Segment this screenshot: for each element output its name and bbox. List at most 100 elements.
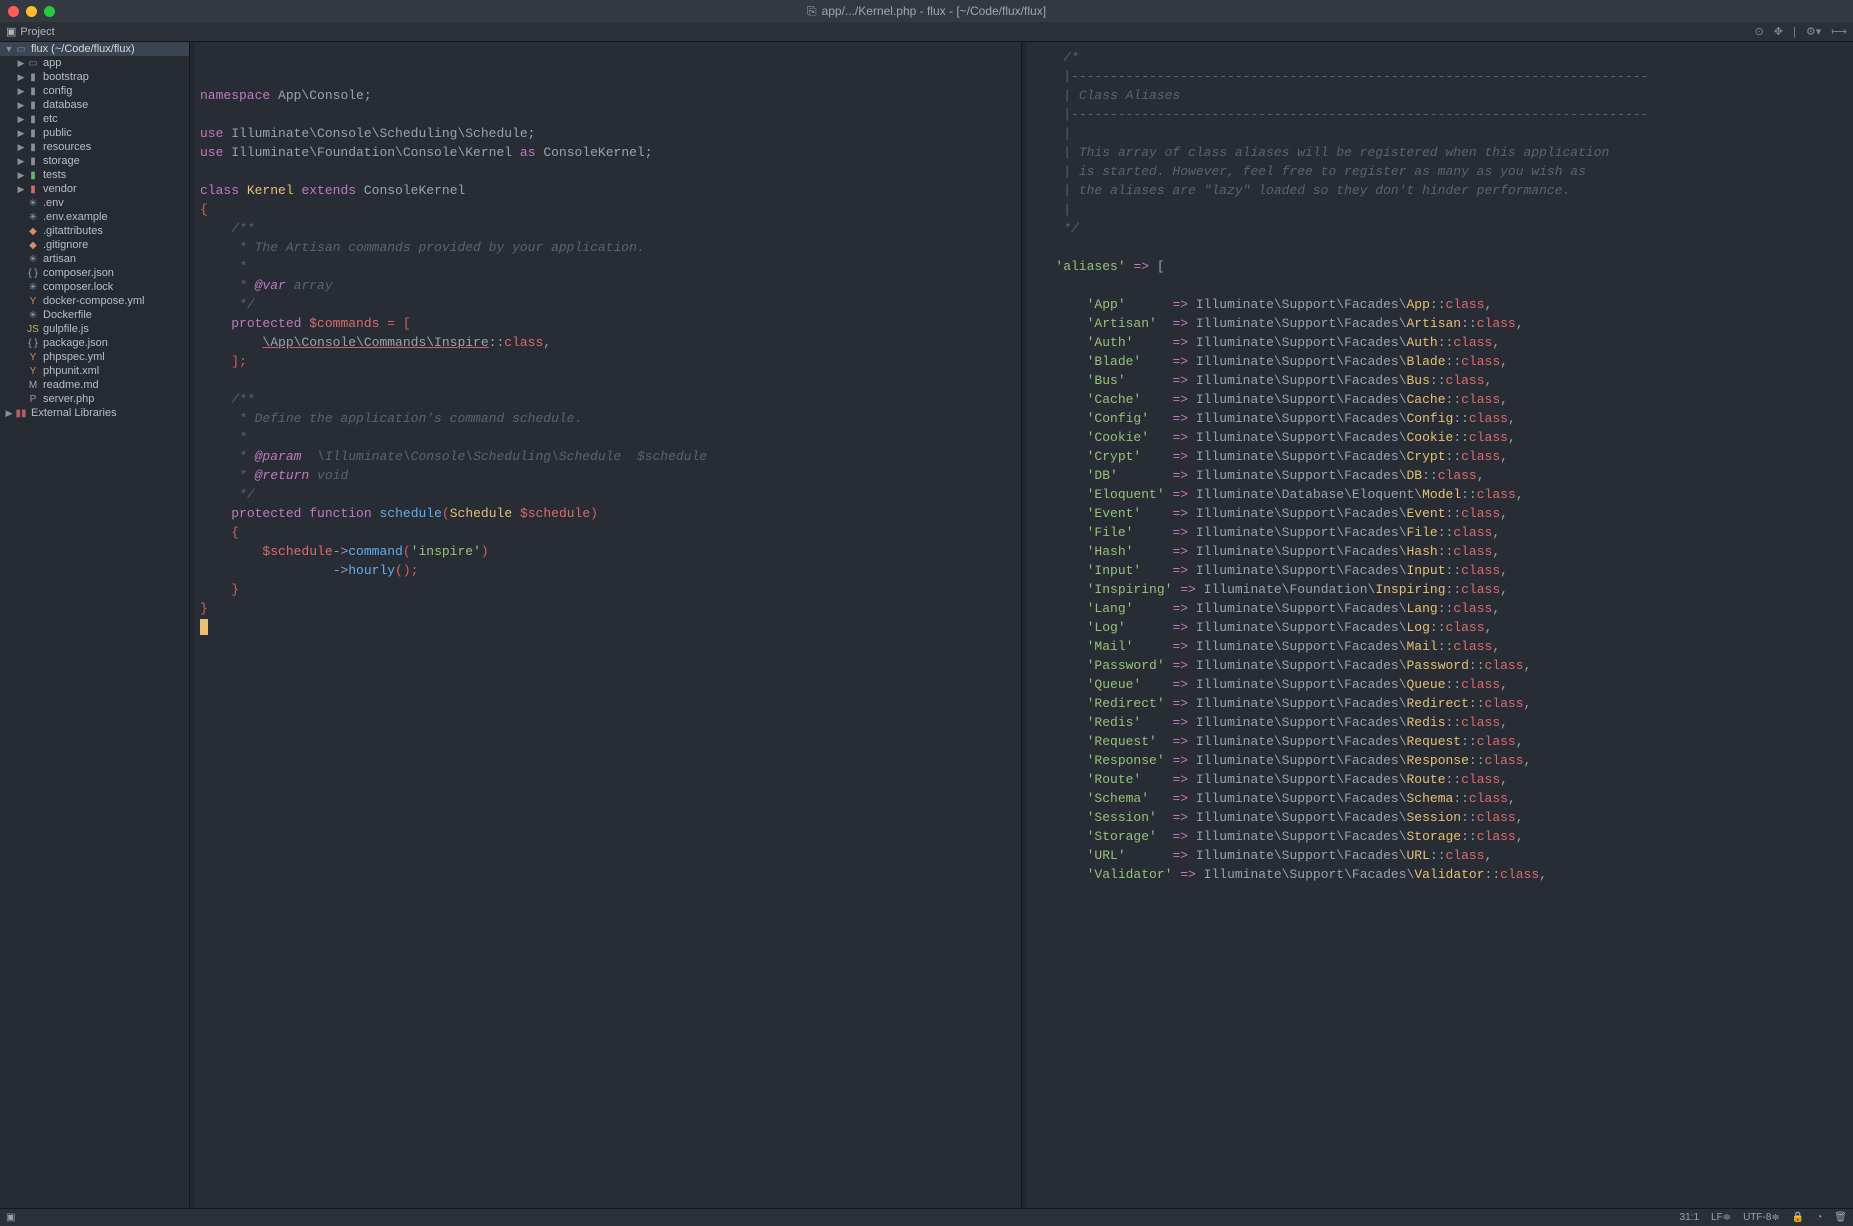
arrow-icon[interactable] xyxy=(4,44,14,54)
trash-icon[interactable]: 🗑 xyxy=(1834,1212,1847,1223)
tree-file-readme.md[interactable]: Mreadme.md xyxy=(0,378,189,392)
line-ending[interactable]: LF≑ xyxy=(1711,1212,1731,1223)
folder-icon: ▮ xyxy=(26,128,40,139)
editor-splitter: namespace App\Console; use Illuminate\Co… xyxy=(190,42,1853,1208)
editor-left[interactable]: namespace App\Console; use Illuminate\Co… xyxy=(190,42,1022,1208)
git-icon: ◆ xyxy=(26,240,40,251)
arrow-icon[interactable] xyxy=(16,72,26,83)
inspector-icon[interactable]: ◔ xyxy=(1816,1212,1822,1223)
arrow-icon[interactable] xyxy=(16,86,26,97)
lib-icon: ▮▮ xyxy=(14,408,28,419)
js-icon: JS xyxy=(26,324,40,335)
tree-label: .env.example xyxy=(43,211,108,223)
tree-file-phpspec.yml[interactable]: Yphpspec.yml xyxy=(0,350,189,364)
tree-label: .env xyxy=(43,197,64,209)
project-tree[interactable]: ▭flux (~/Code/flux/flux)▭app▮bootstrap▮c… xyxy=(0,42,190,1208)
window-maximize-button[interactable] xyxy=(44,6,55,17)
hide-icon[interactable]: ⟼ xyxy=(1831,25,1847,38)
json-icon: { } xyxy=(26,268,40,279)
tree-label: package.json xyxy=(43,337,108,349)
collapse-icon[interactable]: ⊙ xyxy=(1755,25,1764,38)
tree-file-.env.example[interactable]: ✳.env.example xyxy=(0,210,189,224)
folder-icon: ▮ xyxy=(26,156,40,167)
tree-file-gulpfile.js[interactable]: JSgulpfile.js xyxy=(0,322,189,336)
tree-folder-public[interactable]: ▮public xyxy=(0,126,189,140)
target-icon[interactable]: ✥ xyxy=(1774,25,1783,38)
tree-label: database xyxy=(43,99,88,111)
folder-green-icon: ▮ xyxy=(26,170,40,181)
status-left-icon[interactable]: ▣ xyxy=(6,1212,15,1223)
arrow-icon[interactable] xyxy=(16,156,26,167)
folder-icon: ▮ xyxy=(26,114,40,125)
star-icon: ✳ xyxy=(26,212,40,223)
git-icon: ◆ xyxy=(26,226,40,237)
file-encoding[interactable]: UTF-8≑ xyxy=(1743,1212,1780,1223)
arrow-icon[interactable] xyxy=(16,142,26,153)
tree-label: composer.lock xyxy=(43,281,113,293)
tree-label: vendor xyxy=(43,183,77,195)
tree-folder-app[interactable]: ▭app xyxy=(0,56,189,70)
arrow-icon[interactable] xyxy=(16,184,26,195)
editor-right[interactable]: /* |------------------------------------… xyxy=(1022,42,1853,1208)
tree-file-.gitattributes[interactable]: ◆.gitattributes xyxy=(0,224,189,238)
tree-file-Dockerfile[interactable]: ✳Dockerfile xyxy=(0,308,189,322)
editor-left-content[interactable]: namespace App\Console; use Illuminate\Co… xyxy=(190,42,1021,643)
tree-file-phpunit.xml[interactable]: Yphpunit.xml xyxy=(0,364,189,378)
star-icon: ✳ xyxy=(26,310,40,321)
editor-right-content[interactable]: /* |------------------------------------… xyxy=(1022,42,1853,890)
tree-folder-vendor[interactable]: ▮vendor xyxy=(0,182,189,196)
tree-folder-tests[interactable]: ▮tests xyxy=(0,168,189,182)
tree-file-composer.json[interactable]: { }composer.json xyxy=(0,266,189,280)
folder-red-icon: ▮ xyxy=(26,184,40,195)
gear-icon[interactable]: ⚙▾ xyxy=(1806,25,1821,38)
tree-label: gulpfile.js xyxy=(43,323,89,335)
tree-file-docker-compose.yml[interactable]: Ydocker-compose.yml xyxy=(0,294,189,308)
tree-root[interactable]: ▭flux (~/Code/flux/flux) xyxy=(0,42,189,56)
tree-folder-resources[interactable]: ▮resources xyxy=(0,140,189,154)
tree-file-.env[interactable]: ✳.env xyxy=(0,196,189,210)
tree-folder-config[interactable]: ▮config xyxy=(0,84,189,98)
arrow-icon[interactable] xyxy=(4,408,14,419)
folder-icon: ▮ xyxy=(26,100,40,111)
tree-folder-etc[interactable]: ▮etc xyxy=(0,112,189,126)
folder-icon: ▮ xyxy=(26,142,40,153)
tree-label: server.php xyxy=(43,393,94,405)
tree-label: .gitignore xyxy=(43,239,88,251)
tree-label: artisan xyxy=(43,253,76,265)
status-bar: ▣ 31:1 LF≑ UTF-8≑ 🔒 ◔ 🗑 xyxy=(0,1208,1853,1226)
project-toolbar: ▣ Project ⊙ ✥ | ⚙▾ ⟼ xyxy=(0,22,1853,42)
tree-folder-bootstrap[interactable]: ▮bootstrap xyxy=(0,70,189,84)
tree-file-.gitignore[interactable]: ◆.gitignore xyxy=(0,238,189,252)
tree-file-composer.lock[interactable]: ✳composer.lock xyxy=(0,280,189,294)
lock-icon[interactable]: 🔒 xyxy=(1792,1212,1804,1223)
arrow-icon[interactable] xyxy=(16,58,26,69)
arrow-icon[interactable] xyxy=(16,170,26,181)
tree-folder-storage[interactable]: ▮storage xyxy=(0,154,189,168)
tree-label: app xyxy=(43,57,61,69)
project-label-text: Project xyxy=(20,26,54,38)
tree-folder-database[interactable]: ▮database xyxy=(0,98,189,112)
project-tool-label[interactable]: ▣ Project xyxy=(6,25,55,38)
tree-file-artisan[interactable]: ✳artisan xyxy=(0,252,189,266)
external-libraries[interactable]: ▮▮External Libraries xyxy=(0,406,189,420)
tree-label: Dockerfile xyxy=(43,309,92,321)
window-title-text: app/.../Kernel.php - flux - [~/Code/flux… xyxy=(822,4,1046,18)
folder-icon: ▮ xyxy=(26,86,40,97)
folder-open-icon: ▭ xyxy=(14,44,28,55)
cursor-position[interactable]: 31:1 xyxy=(1680,1212,1699,1223)
tree-file-package.json[interactable]: { }package.json xyxy=(0,336,189,350)
arrow-icon[interactable] xyxy=(16,114,26,125)
tree-label: readme.md xyxy=(43,379,99,391)
file-icon: ⎘ xyxy=(807,4,817,19)
star-icon: ✳ xyxy=(26,198,40,209)
window-minimize-button[interactable] xyxy=(26,6,37,17)
arrow-icon[interactable] xyxy=(16,100,26,111)
tree-label: composer.json xyxy=(43,267,114,279)
tree-label: External Libraries xyxy=(31,407,117,419)
tree-label: flux (~/Code/flux/flux) xyxy=(31,43,135,55)
tree-file-server.php[interactable]: Pserver.php xyxy=(0,392,189,406)
tree-label: docker-compose.yml xyxy=(43,295,144,307)
window-close-button[interactable] xyxy=(8,6,19,17)
window-title: ⎘ app/.../Kernel.php - flux - [~/Code/fl… xyxy=(807,4,1046,19)
arrow-icon[interactable] xyxy=(16,128,26,139)
